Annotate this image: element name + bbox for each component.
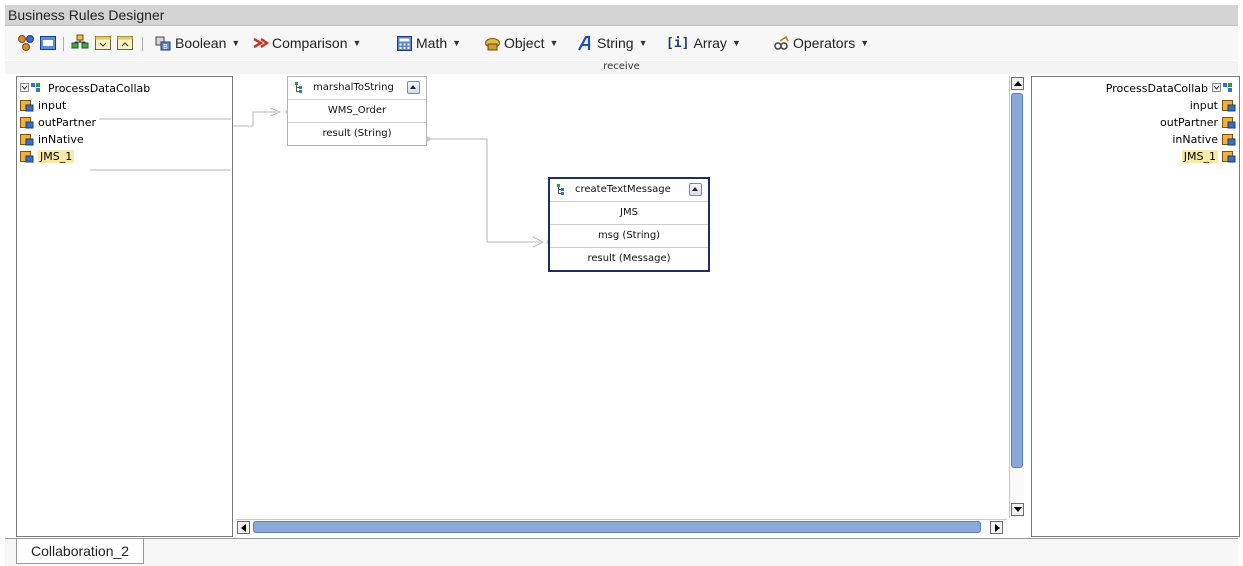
vertical-scroll-thumb[interactable] — [1011, 93, 1023, 468]
collapse-button[interactable] — [689, 183, 702, 196]
method-box-create-text-message[interactable]: createTextMessage JMS msg (String) resul… — [548, 177, 710, 272]
horizontal-scrollbar[interactable] — [236, 519, 1007, 534]
collapse-button[interactable] — [407, 81, 420, 94]
method-result[interactable]: result (String) — [288, 122, 426, 145]
method-icon — [557, 184, 564, 195]
tab-collaboration[interactable]: Collaboration_2 — [16, 539, 145, 564]
vertical-scrollbar[interactable] — [1009, 76, 1024, 518]
method-result[interactable]: result (Message) — [550, 247, 708, 270]
method-name: marshalToString — [313, 82, 394, 93]
scroll-up-button[interactable] — [1011, 77, 1024, 90]
scroll-down-button[interactable] — [1011, 503, 1024, 516]
link-lines — [90, 107, 552, 248]
method-param[interactable]: msg (String) — [550, 224, 708, 247]
scroll-left-button[interactable] — [237, 521, 250, 534]
method-icon — [295, 82, 302, 93]
method-name: createTextMessage — [575, 184, 671, 195]
method-box-marshal[interactable]: marshalToString WMS_Order result (String… — [287, 76, 427, 146]
link-line — [428, 138, 540, 243]
method-box-header[interactable]: createTextMessage — [550, 179, 708, 201]
horizontal-scroll-thumb[interactable] — [253, 521, 981, 533]
scroll-right-button[interactable] — [990, 521, 1003, 534]
method-param[interactable]: WMS_Order — [288, 99, 426, 122]
tab-strip: Collaboration_2 — [5, 538, 1238, 566]
method-param[interactable]: JMS — [550, 201, 708, 224]
link-line — [233, 111, 276, 127]
method-box-header[interactable]: marshalToString — [288, 77, 426, 99]
